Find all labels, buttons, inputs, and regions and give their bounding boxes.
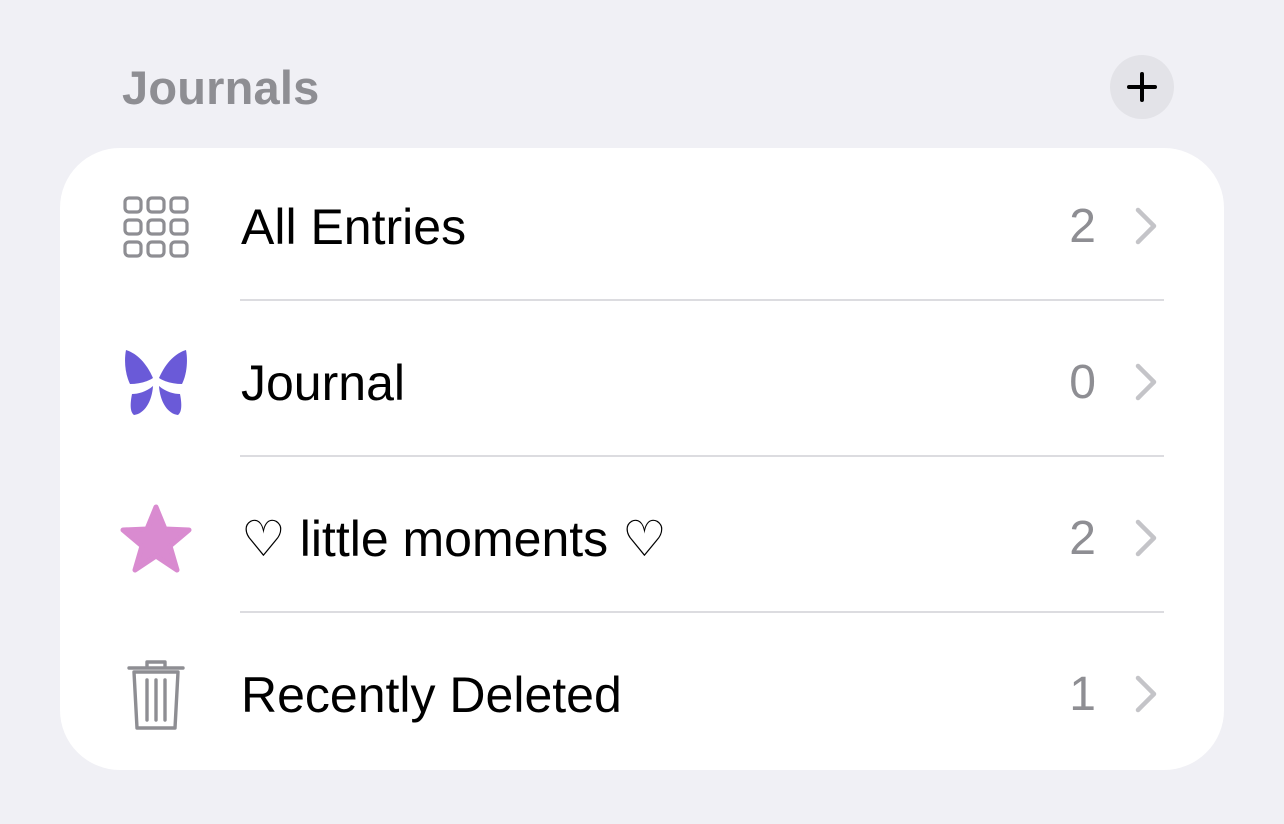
star-icon <box>116 504 196 574</box>
row-divider <box>240 611 1164 613</box>
journal-row-journal[interactable]: Journal 0 <box>60 304 1224 460</box>
chevron-right-icon <box>1135 207 1157 245</box>
chevron-right-icon <box>1135 363 1157 401</box>
journals-header: Journals <box>0 0 1284 140</box>
grid-icon <box>116 192 196 262</box>
journals-list: All Entries 2 Journal 0 ♡ little moments… <box>60 148 1224 770</box>
journal-label: Journal <box>241 355 405 411</box>
add-journal-button[interactable] <box>1110 55 1174 119</box>
entry-count: 1 <box>1069 668 1096 721</box>
journal-label: ♡ little moments ♡ <box>241 511 667 567</box>
journal-label: All Entries <box>241 199 467 255</box>
chevron-right-icon <box>1135 519 1157 557</box>
entry-count: 2 <box>1069 512 1096 565</box>
section-title: Journals <box>122 61 320 114</box>
journal-row-all-entries[interactable]: All Entries 2 <box>60 148 1224 304</box>
journal-row-recently-deleted[interactable]: Recently Deleted 1 <box>60 616 1224 772</box>
entry-count: 0 <box>1069 356 1096 409</box>
journal-row-little-moments[interactable]: ♡ little moments ♡ 2 <box>60 460 1224 616</box>
journal-label: Recently Deleted <box>241 667 622 723</box>
plus-icon <box>1127 72 1157 102</box>
entry-count: 2 <box>1069 200 1096 253</box>
row-divider <box>240 455 1164 457</box>
trash-icon <box>116 660 196 730</box>
butterfly-icon <box>116 348 196 418</box>
row-divider <box>240 299 1164 301</box>
chevron-right-icon <box>1135 675 1157 713</box>
